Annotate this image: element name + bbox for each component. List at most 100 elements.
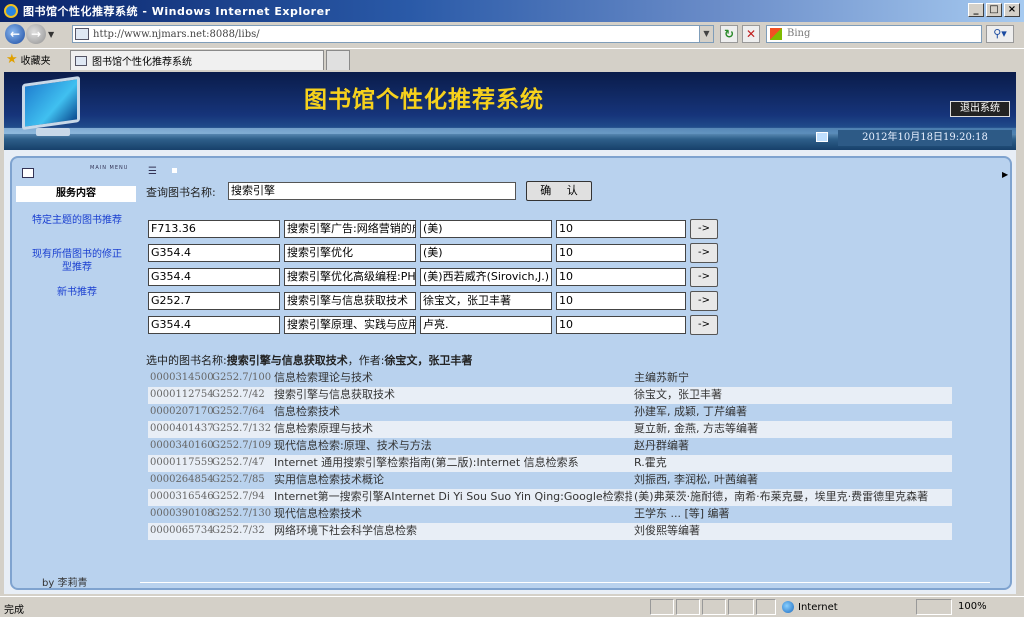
minimize-button[interactable]: _	[968, 3, 984, 17]
book-call-number: G252.7/32	[212, 525, 265, 536]
book-author: 孙建军, 成颖, 丁芹编著	[634, 405, 747, 418]
maximize-button[interactable]: □	[986, 3, 1002, 17]
favorites-button[interactable]: ★ 收藏夹	[6, 52, 51, 67]
book-author: R.霍克	[634, 456, 667, 469]
count-field[interactable]: 10	[556, 220, 686, 238]
security-zone[interactable]: Internet	[782, 601, 838, 613]
search-button[interactable]: ⚲▾	[986, 25, 1014, 43]
tab-active[interactable]: 图书馆个性化推荐系统	[70, 50, 324, 70]
book-author: (美)弗莱茨·施耐德，南希·布莱克曼，埃里克·费雷德里克森著	[634, 490, 929, 503]
select-book-button[interactable]: ->	[690, 291, 718, 311]
window-title: 图书馆个性化推荐系统 - Windows Internet Explorer	[23, 5, 331, 18]
sidebar-item-borrowed-recommend[interactable]: 现有所借图书的修正型推荐	[30, 248, 124, 274]
star-icon: ★	[6, 52, 18, 67]
address-bar[interactable]: http://www.njmars.net:8088/libs/ ▼	[72, 25, 714, 43]
title-field[interactable]: 搜索引擎优化	[284, 244, 416, 262]
page-tools-icon[interactable]	[916, 599, 952, 615]
book-title: 搜索引擎与信息获取技术	[274, 388, 395, 401]
select-book-button[interactable]: ->	[690, 219, 718, 239]
window-title-bar: 图书馆个性化推荐系统 - Windows Internet Explorer _…	[0, 0, 1024, 22]
title-field[interactable]: 搜索引擎广告:网络营销的成功之路	[284, 220, 416, 238]
monitor-icon	[22, 75, 80, 131]
confirm-button[interactable]: 确 认	[526, 181, 592, 201]
sidebar-section-title: 服务内容	[16, 186, 136, 202]
count-field[interactable]: 10	[556, 316, 686, 334]
book-id: 0000117559	[150, 457, 214, 468]
protected-mode-icon[interactable]	[756, 599, 776, 615]
list-item: 0000340160 G252.7/109 现代信息检索:原理、技术与方法 赵丹…	[148, 438, 952, 455]
status-segment	[702, 599, 726, 615]
select-book-button[interactable]: ->	[690, 243, 718, 263]
tab-title: 图书馆个性化推荐系统	[92, 57, 192, 68]
page-icon	[75, 28, 89, 40]
ie-logo-icon	[4, 4, 18, 18]
book-author: 夏立新, 金燕, 方志等编著	[634, 422, 758, 435]
title-field[interactable]: 搜索引擎优化高级编程:PHP版	[284, 268, 416, 286]
new-tab-button[interactable]	[326, 50, 350, 70]
author-field[interactable]: (美)	[420, 244, 552, 262]
call-number-field[interactable]: G354.4	[148, 244, 280, 262]
collapse-arrow-icon[interactable]: ▶	[1002, 170, 1008, 179]
call-number-field[interactable]: G354.4	[148, 316, 280, 334]
refresh-button[interactable]: ↻	[720, 25, 738, 43]
book-title: 信息检索理论与技术	[274, 371, 373, 384]
select-book-button[interactable]: ->	[690, 315, 718, 335]
forward-button[interactable]: →	[26, 24, 46, 44]
count-field[interactable]: 10	[556, 244, 686, 262]
search-input[interactable]: Bing	[766, 25, 982, 43]
book-author: 王学东 ... [等] 编著	[634, 507, 730, 520]
book-id: 0000207170	[150, 406, 214, 417]
status-bar: 完成 Internet 100%	[0, 596, 1024, 617]
selected-separator: ，作者:	[347, 354, 385, 367]
close-button[interactable]: ×	[1004, 3, 1020, 17]
sidebar-item-topic-recommend[interactable]: 特定主题的图书推荐	[30, 214, 124, 227]
related-books-list: 0000314500 G252.7/100 信息检索理论与技术 主编苏新宁 00…	[148, 370, 952, 540]
history-dropdown-icon[interactable]: ▼	[48, 30, 58, 39]
list-item: 0000112754 G252.7/42 搜索引擎与信息获取技术 徐宝文，张卫丰…	[148, 387, 952, 404]
favorites-bar: ★ 收藏夹 图书馆个性化推荐系统	[0, 48, 1024, 70]
favorites-label: 收藏夹	[20, 56, 51, 67]
book-title: Internet第一搜索引擎AInternet Di Yi Sou Suo Yi…	[274, 490, 632, 503]
address-text: http://www.njmars.net:8088/libs/	[93, 28, 260, 40]
book-call-number: G252.7/100	[212, 372, 272, 383]
site-title: 图书馆个性化推荐系统	[304, 87, 544, 113]
select-book-button[interactable]: ->	[690, 267, 718, 287]
stop-button[interactable]: ✕	[742, 25, 760, 43]
logout-button[interactable]: 退出系统	[950, 101, 1010, 117]
author-field[interactable]: (美)	[420, 220, 552, 238]
book-call-number: G252.7/64	[212, 406, 265, 417]
sidebar-item-new-books[interactable]: 新书推荐	[30, 286, 124, 299]
back-button[interactable]: ←	[5, 24, 25, 44]
title-field[interactable]: 搜索引擎与信息获取技术	[284, 292, 416, 310]
author-field[interactable]: (美)西若威齐(Sirovich,J.)	[420, 268, 552, 286]
monitor-stand	[36, 128, 70, 136]
selected-title: 搜索引擎与信息获取技术	[226, 354, 348, 367]
count-field[interactable]: 10	[556, 292, 686, 310]
count-field[interactable]: 10	[556, 268, 686, 286]
main-menu-label: MAIN MENU	[90, 165, 129, 171]
call-number-field[interactable]: G354.4	[148, 268, 280, 286]
author-byline: by 李莉青	[42, 578, 88, 589]
book-search-input[interactable]: 搜索引擎	[228, 182, 516, 200]
footer-divider	[140, 582, 990, 583]
book-title: 网络环境下社会科学信息检索	[274, 524, 417, 537]
selected-book-info: 选中的图书名称:搜索引擎与信息获取技术，作者:徐宝文，张卫丰著	[146, 352, 472, 368]
book-call-number: G252.7/109	[212, 440, 272, 451]
call-number-field[interactable]: F713.36	[148, 220, 280, 238]
author-field[interactable]: 徐宝文，张卫丰著	[420, 292, 552, 310]
tab-page-icon	[75, 55, 87, 66]
call-number-field[interactable]: G252.7	[148, 292, 280, 310]
zoom-level[interactable]: 100%	[958, 601, 987, 612]
status-text: 完成	[4, 605, 24, 616]
address-dropdown-icon[interactable]: ▼	[699, 26, 713, 42]
book-call-number: G252.7/47	[212, 457, 265, 468]
query-label: 查询图书名称:	[146, 186, 216, 199]
search-placeholder: Bing	[787, 28, 811, 39]
author-field[interactable]: 卢亮.	[420, 316, 552, 334]
book-author: 主编苏新宁	[634, 371, 689, 384]
clock-icon	[816, 132, 828, 142]
title-field[interactable]: 搜索引擎原理、实践与应用	[284, 316, 416, 334]
book-title: 现代信息检索技术	[274, 507, 362, 520]
list-item: 0000401437 G252.7/132 信息检索原理与技术 夏立新, 金燕,…	[148, 421, 952, 438]
status-segment	[728, 599, 754, 615]
